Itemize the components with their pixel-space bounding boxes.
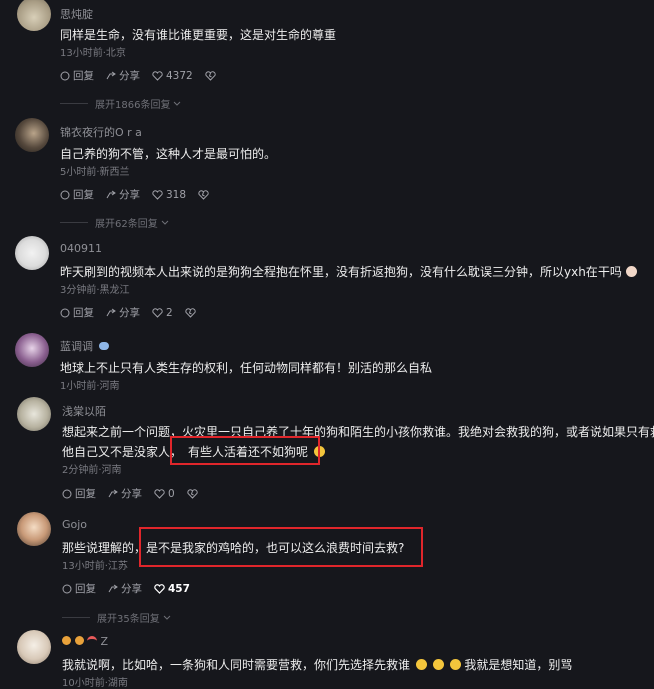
heart-icon (154, 583, 165, 594)
reply-icon (60, 71, 70, 80)
reply-button[interactable]: 回复 (60, 68, 94, 83)
avatar[interactable] (15, 333, 49, 367)
reply-icon (62, 584, 72, 593)
broken-heart-icon (185, 307, 196, 318)
comment-text: 昨天刷到的视频本人出来说的是狗狗全程抱在怀里，没有折返抱狗，没有什么耽误三分钟，… (60, 263, 637, 280)
comment-text: 同样是生命，没有谁比谁更重要，这是对生命的尊重 (60, 28, 337, 42)
dislike-button[interactable] (198, 189, 212, 200)
share-icon (108, 584, 118, 592)
username[interactable]: Z (62, 635, 108, 648)
heart-icon (154, 488, 165, 499)
avatar[interactable] (15, 118, 49, 152)
like-button[interactable]: 457 (154, 583, 190, 595)
crying-laughing-emoji-icon (449, 659, 461, 670)
reply-icon (62, 489, 72, 498)
comment-text: 我就说啊，比如哈，一条狗和人同时需要营救，你们先选择先救谁 我就是想知道，别骂 (62, 658, 573, 672)
dislike-button[interactable] (205, 70, 219, 81)
dislike-button[interactable] (187, 488, 201, 499)
username[interactable]: 锦衣夜行的O r a (60, 124, 142, 140)
heart-icon (152, 189, 163, 200)
share-button[interactable]: 分享 (106, 68, 140, 83)
like-button[interactable]: 2 (152, 307, 173, 319)
divider (60, 103, 88, 104)
comment-meta: 3分钟前·黑龙江 (60, 285, 130, 296)
expand-replies[interactable]: 展开62条回复 (60, 215, 169, 230)
comment-meta: 13小时前·江苏 (62, 561, 128, 572)
avatar[interactable] (17, 397, 51, 431)
reply-button[interactable]: 回复 (62, 581, 96, 596)
crying-laughing-emoji-icon (432, 659, 444, 670)
reply-button[interactable]: 回复 (60, 305, 94, 320)
chevron-down-icon (163, 615, 171, 620)
comment-actions: 回复 分享 318 (60, 187, 224, 202)
divider (60, 222, 88, 223)
rainbow-icon (87, 636, 97, 645)
highlight-box (139, 527, 423, 567)
chat-bubble-icon (98, 342, 109, 350)
flower-icon (62, 636, 71, 645)
heart-icon (152, 307, 163, 318)
share-icon (106, 308, 116, 316)
expand-replies[interactable]: 展开1866条回复 (60, 96, 181, 111)
crying-laughing-emoji-icon (415, 659, 427, 670)
highlight-box (170, 436, 320, 465)
reply-button[interactable]: 回复 (62, 486, 96, 501)
comment-meta: 5小时前·新西兰 (60, 167, 130, 178)
emoji-icon (625, 266, 637, 277)
comment-text: 自己养的狗不管，这种人才是最可怕的。 (60, 147, 277, 161)
comment-actions: 回复 分享 0 (62, 486, 213, 501)
heart-icon (152, 70, 163, 81)
reply-button[interactable]: 回复 (60, 187, 94, 202)
chevron-down-icon (174, 101, 181, 106)
share-button[interactable]: 分享 (108, 486, 142, 501)
comment-meta: 1小时前·河南 (60, 381, 120, 392)
username[interactable]: 思炖腚 (60, 6, 93, 22)
comment-text: 想起来之前一个问题，火灾里一只自己养了十年的狗和陌生的小孩你救谁。我绝对会救我的… (62, 425, 654, 439)
comment-actions: 回复 分享 457 (62, 581, 202, 596)
like-button[interactable]: 0 (154, 488, 175, 500)
avatar[interactable] (15, 236, 49, 270)
share-button[interactable]: 分享 (108, 581, 142, 596)
share-button[interactable]: 分享 (106, 187, 140, 202)
broken-heart-icon (198, 189, 209, 200)
broken-heart-icon (187, 488, 198, 499)
like-button[interactable]: 318 (152, 189, 186, 201)
reply-icon (60, 190, 70, 199)
like-button[interactable]: 4372 (152, 70, 193, 82)
flower-icon (74, 636, 84, 645)
share-icon (106, 190, 116, 198)
username[interactable]: 040911 (60, 242, 102, 255)
comment-actions: 回复 分享 4372 (60, 68, 231, 83)
comment-meta: 10小时前·湖南 (62, 678, 128, 689)
share-icon (108, 489, 118, 497)
username[interactable]: Gojo (62, 518, 87, 531)
expand-replies[interactable]: 展开35条回复 (62, 610, 171, 625)
comment-actions: 回复 分享 2 (60, 305, 211, 320)
avatar[interactable] (17, 0, 51, 31)
username[interactable]: 浅棠以陌 (62, 403, 106, 419)
comment-meta: 13小时前·北京 (60, 48, 126, 59)
share-icon (106, 71, 116, 79)
comment-meta: 2分钟前·河南 (62, 465, 122, 476)
divider (62, 617, 90, 618)
username[interactable]: 蓝调调 (60, 338, 109, 354)
chevron-down-icon (161, 220, 169, 225)
broken-heart-icon (205, 70, 216, 81)
dislike-button[interactable] (185, 307, 199, 318)
comment-text: 地球上不止只有人类生存的权利，任何动物同样都有！别活的那么自私 (60, 361, 433, 375)
reply-icon (60, 308, 70, 317)
avatar[interactable] (17, 512, 51, 546)
share-button[interactable]: 分享 (106, 305, 140, 320)
avatar[interactable] (17, 630, 51, 664)
